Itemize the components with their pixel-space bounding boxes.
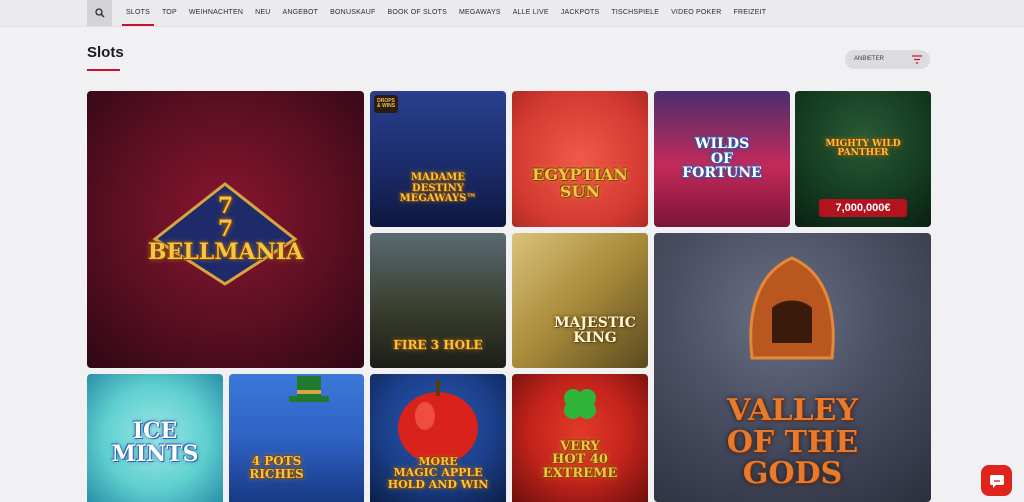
provider-filter-dropdown[interactable]: ANBIETER [845,50,930,69]
tab-megaways[interactable]: MEGAWAYS [453,0,507,26]
tab-weihnachten[interactable]: WEIHNACHTEN [183,0,249,26]
game-tile-more-magic-apple[interactable]: MORE MAGIC APPLE HOLD AND WIN [370,374,506,502]
category-tabs: SLOTS TOP WEIHNACHTEN NEU ANGEBOT BONUSK… [120,0,772,26]
title-underline [87,69,120,71]
game-tile-bellmania[interactable]: 7 7 BELLMANIA [87,91,364,368]
game-title: MORE MAGIC APPLE HOLD AND WIN [387,454,489,491]
tab-jackpots[interactable]: JACKPOTS [555,0,606,26]
tab-angebot[interactable]: ANGEBOT [277,0,325,26]
four-leaf-clover-icon [564,389,596,419]
game-tile-majestic-king[interactable]: MAJESTIC KING [512,233,648,368]
game-tile-madame-destiny[interactable]: DROPS & WINS MADAME DESTINY MEGAWAYS™ [370,91,506,227]
apple-icon [398,380,478,464]
chat-button[interactable] [981,465,1012,496]
search-icon [94,8,104,18]
game-title: VALLEY OF THE GODS [726,393,859,492]
drops-wins-badge: DROPS & WINS [374,95,398,113]
game-title: EGYPTIAN SUN [532,165,628,201]
pharaoh-helmet-icon [749,256,835,360]
page-title: Slots [87,44,124,61]
game-title: MADAME DESTINY MEGAWAYS™ [399,172,477,205]
game-title: FIRE 3 HOLE [393,338,483,353]
game-title: ICE MINTS [111,417,199,467]
game-title: 4 POTS RICHES [249,454,304,481]
game-tile-wilds-of-fortune[interactable]: WILDS OF FORTUNE [654,91,790,227]
game-tile-ice-mints[interactable]: ICE MINTS [87,374,223,502]
top-navigation: SLOTS TOP WEIHNACHTEN NEU ANGEBOT BONUSK… [0,0,1024,27]
leprechaun-hat-icon [289,376,329,402]
game-tile-mighty-wild-panther[interactable]: MIGHTY WILD PANTHER 7,000,000€ [795,91,931,227]
search-button[interactable] [87,0,112,26]
chat-icon [989,474,1004,488]
game-tile-valley-of-the-gods[interactable]: VALLEY OF THE GODS [654,233,931,502]
game-title: MAJESTIC KING [554,314,636,346]
filter-icon [912,55,922,64]
tab-video-poker[interactable]: VIDEO POKER [665,0,727,26]
game-title: MIGHTY WILD PANTHER [825,138,901,158]
game-title: 7 7 BELLMANIA [147,192,304,266]
tab-top[interactable]: TOP [156,0,183,26]
tab-bonuskauf[interactable]: BONUSKAUF [324,0,381,26]
tab-neu[interactable]: NEU [249,0,276,26]
game-tile-egyptian-sun[interactable]: EGYPTIAN SUN [512,91,648,227]
game-title: VERY HOT 40 EXTREME [542,438,618,481]
tab-book-of-slots[interactable]: BOOK OF SLOTS [382,0,453,26]
game-tile-fire-3-hole[interactable]: FIRE 3 HOLE [370,233,506,368]
tab-tischspiele[interactable]: TISCHSPIELE [605,0,665,26]
tab-slots[interactable]: SLOTS [120,0,156,26]
provider-filter-label: ANBIETER [854,56,885,62]
tab-alle-live[interactable]: ALLE LIVE [507,0,555,26]
jackpot-amount: 7,000,000€ [819,199,907,217]
game-tile-very-hot-40-extreme[interactable]: VERY HOT 40 EXTREME [512,374,648,502]
game-title: WILDS OF FORTUNE [682,135,762,182]
game-tile-4-pots-riches[interactable]: 4 POTS RICHES [229,374,364,502]
tab-freizeit[interactable]: FREIZEIT [728,0,773,26]
